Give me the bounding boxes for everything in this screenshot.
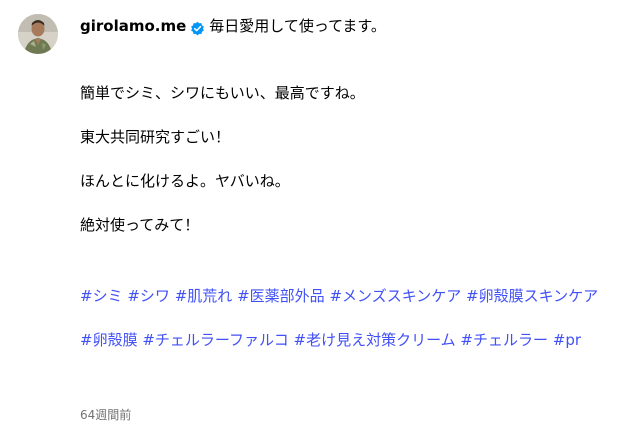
post-timestamp[interactable]: 64週間前: [80, 406, 131, 423]
caption-paragraph-1: 簡単でシミ、シワにもいい、最高ですね。: [80, 84, 365, 102]
avatar[interactable]: [18, 14, 58, 54]
caption-paragraph-2: 東大共同研究すごい！: [80, 128, 231, 146]
hashtag-link[interactable]: #卵殻膜: [80, 331, 138, 349]
hashtag-link[interactable]: #pr: [553, 331, 581, 349]
avatar-image: [18, 14, 58, 54]
verified-badge-icon: [190, 20, 205, 35]
hashtag-link[interactable]: #老け見え対策クリーム: [294, 331, 456, 349]
caption-paragraph-3: ほんとに化けるよ。ヤバいね。: [80, 172, 290, 190]
post-caption: girolamo.me 毎日愛用して使ってます。 簡単でシミ、シワにもいい、最高…: [80, 14, 600, 236]
hashtag-link[interactable]: #シワ: [127, 287, 170, 305]
caption-paragraph-4: 絶対使ってみて！: [80, 216, 200, 234]
hashtag-block-1: #シミ #シワ #肌荒れ #医薬部外品 #メンズスキンケア #卵殻膜スキンケア: [80, 285, 600, 307]
hashtag-block-2: #卵殻膜 #チェルラーファルコ #老け見え対策クリーム #チェルラー #pr: [80, 329, 600, 351]
hashtags: #シミ #シワ #肌荒れ #医薬部外品 #メンズスキンケア #卵殻膜スキンケア …: [80, 285, 600, 351]
hashtag-link[interactable]: #医薬部外品: [237, 287, 325, 305]
hashtag-link[interactable]: #チェルラーファルコ: [142, 331, 288, 349]
hashtag-link[interactable]: #卵殻膜スキンケア: [466, 287, 598, 305]
hashtag-link[interactable]: #肌荒れ: [175, 287, 233, 305]
hashtag-link[interactable]: #メンズスキンケア: [329, 287, 461, 305]
hashtag-link[interactable]: #シミ: [80, 287, 123, 305]
hashtag-link[interactable]: #チェルラー: [460, 331, 548, 349]
caption-first-text: 毎日愛用して使ってます。: [209, 17, 386, 35]
caption-first-line: girolamo.me 毎日愛用して使ってます。: [80, 14, 600, 38]
username-link[interactable]: girolamo.me: [80, 15, 186, 37]
